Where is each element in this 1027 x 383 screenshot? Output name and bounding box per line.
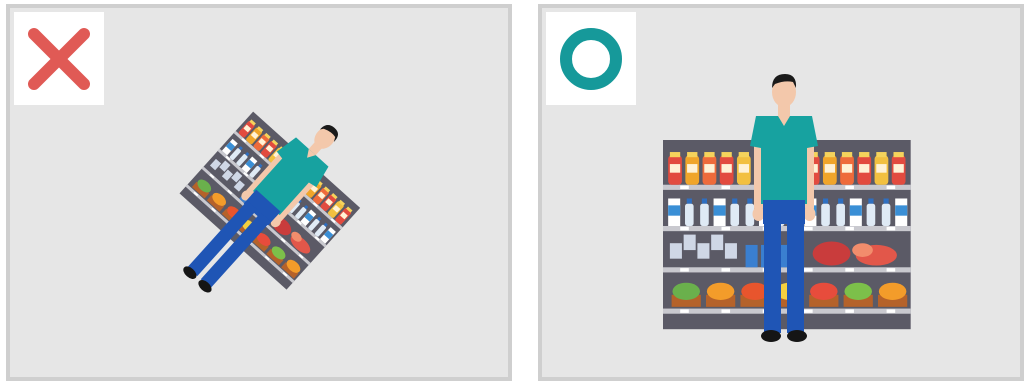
jar-label bbox=[893, 164, 904, 173]
bottle bbox=[685, 203, 694, 226]
bottle bbox=[700, 203, 709, 226]
price-tag bbox=[680, 226, 689, 231]
bottle bbox=[730, 203, 740, 226]
jar-label bbox=[721, 164, 732, 173]
egg-carton bbox=[711, 234, 724, 251]
correct-example-panel bbox=[538, 4, 1024, 381]
price-tag bbox=[721, 226, 731, 231]
bottle-cap bbox=[822, 198, 829, 204]
jar-lid bbox=[687, 152, 698, 158]
price-tag bbox=[804, 309, 813, 313]
ham bbox=[812, 241, 851, 266]
price-tag bbox=[886, 309, 896, 313]
shelf-board bbox=[663, 267, 911, 273]
jar-label bbox=[738, 164, 749, 173]
bottle-cap bbox=[686, 198, 692, 204]
bottle bbox=[821, 203, 830, 226]
price-tag bbox=[845, 226, 854, 231]
jar-lid bbox=[721, 152, 732, 158]
jar-lid bbox=[859, 152, 870, 158]
jar-lid bbox=[669, 152, 681, 158]
price-tag bbox=[845, 185, 854, 190]
jar-lid bbox=[876, 152, 887, 158]
price-tag bbox=[845, 268, 854, 272]
shelf-board bbox=[663, 308, 911, 314]
price-tag bbox=[680, 185, 689, 190]
produce bbox=[810, 282, 838, 300]
jar-lid bbox=[893, 152, 904, 158]
right-hand bbox=[803, 207, 816, 221]
left-leg bbox=[764, 218, 781, 333]
carton-band bbox=[668, 205, 681, 216]
can bbox=[745, 244, 758, 268]
egg-carton bbox=[683, 234, 696, 251]
carton-band bbox=[895, 205, 908, 216]
upright-store-scene bbox=[663, 74, 911, 342]
bottle bbox=[881, 203, 891, 226]
bottle-cap bbox=[868, 198, 874, 204]
jar-label bbox=[687, 164, 698, 173]
price-tag bbox=[845, 309, 854, 313]
jar-label bbox=[704, 164, 715, 173]
egg-carton bbox=[697, 243, 710, 259]
left-shoe bbox=[761, 330, 781, 342]
price-tag bbox=[804, 268, 813, 272]
egg-carton bbox=[669, 243, 682, 259]
price-tag bbox=[804, 226, 813, 231]
jar-label bbox=[841, 164, 853, 173]
rotated-store-scene bbox=[179, 111, 361, 293]
price-tag bbox=[886, 268, 896, 272]
produce bbox=[672, 282, 700, 300]
bottle-cap bbox=[838, 198, 844, 204]
bottle-cap bbox=[732, 198, 738, 204]
jar-label bbox=[824, 164, 835, 173]
produce bbox=[844, 282, 872, 300]
left-hand bbox=[752, 207, 765, 221]
price-tag bbox=[886, 185, 896, 190]
bottle-cap bbox=[883, 198, 889, 204]
price-tag bbox=[886, 226, 896, 231]
jar-lid bbox=[704, 152, 715, 158]
jar-label bbox=[669, 164, 681, 173]
right-shoe bbox=[787, 330, 807, 342]
jar-label bbox=[876, 164, 887, 173]
incorrect-example-panel bbox=[6, 4, 512, 381]
price-tag bbox=[721, 268, 731, 272]
jar-lid bbox=[738, 152, 749, 158]
jar-lid bbox=[841, 152, 853, 158]
carton-band bbox=[849, 205, 862, 216]
jar-label bbox=[859, 164, 870, 173]
shelf-board bbox=[663, 226, 911, 232]
price-tag bbox=[721, 309, 731, 313]
price-tag bbox=[680, 268, 689, 272]
bottle bbox=[836, 203, 845, 226]
bottle-cap bbox=[701, 198, 708, 204]
bottle-cap bbox=[747, 198, 753, 204]
carton-band bbox=[713, 205, 726, 216]
produce bbox=[706, 282, 735, 300]
meat-slice bbox=[852, 243, 873, 257]
right-leg bbox=[787, 218, 804, 333]
egg-carton bbox=[724, 243, 737, 259]
jar-lid bbox=[824, 152, 835, 158]
produce bbox=[878, 282, 907, 300]
bottle bbox=[866, 203, 876, 226]
rotated-shelf-and-person bbox=[179, 111, 361, 293]
price-tag bbox=[721, 185, 731, 190]
price-tag bbox=[680, 309, 689, 313]
